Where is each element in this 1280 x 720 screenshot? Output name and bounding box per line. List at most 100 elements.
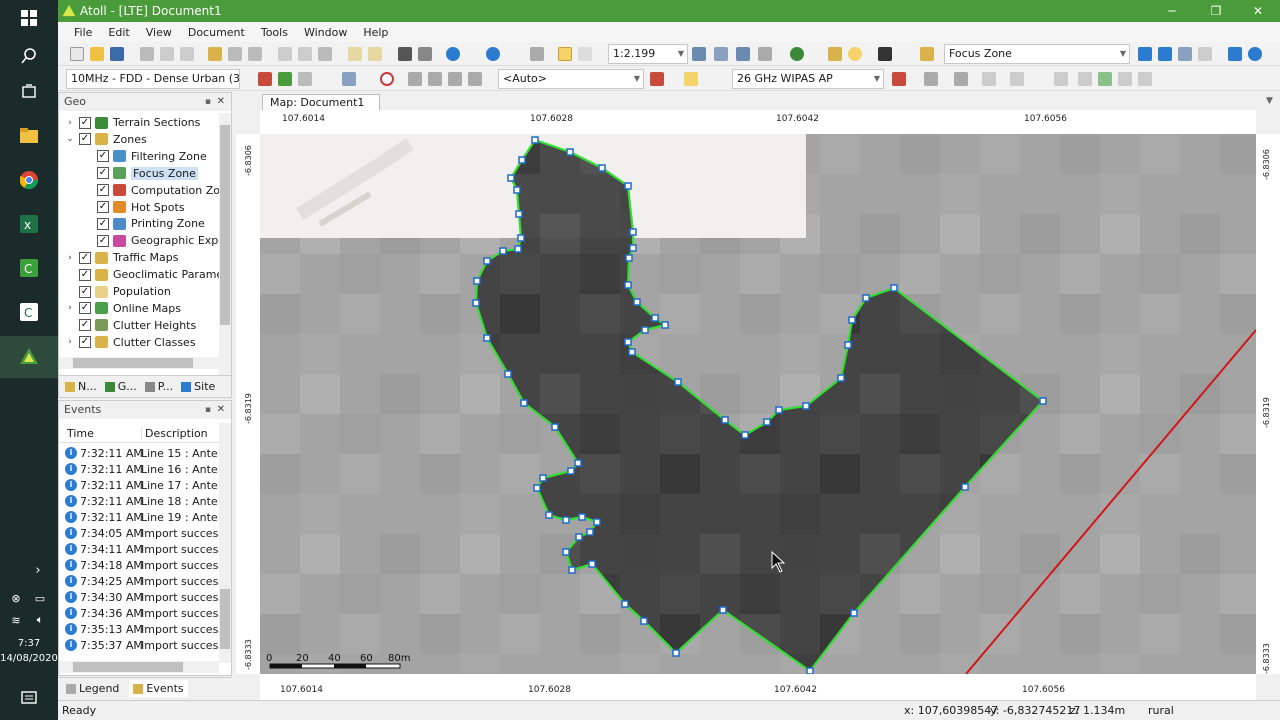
tool-icon[interactable]: [448, 72, 462, 86]
tree-item[interactable]: ✓ Computation Zo: [83, 182, 220, 199]
zoom-area-icon[interactable]: [714, 47, 728, 61]
polygon-vertex-handle[interactable]: [806, 667, 814, 674]
polygon-vertex-handle[interactable]: [641, 326, 649, 334]
polygon-vertex-handle[interactable]: [588, 560, 596, 568]
polygon-vertex-handle[interactable]: [517, 234, 525, 242]
save-icon[interactable]: [110, 47, 124, 61]
polygon-vertex-handle[interactable]: [545, 511, 553, 519]
undo-icon[interactable]: [348, 47, 362, 61]
point-icon[interactable]: [790, 47, 804, 61]
checkbox[interactable]: ✓: [79, 268, 91, 281]
polygon-vertex-handle[interactable]: [719, 606, 727, 614]
wifi-icon[interactable]: ≋: [6, 604, 26, 636]
tab-legend[interactable]: Legend: [66, 682, 119, 695]
column-description[interactable]: Description: [141, 427, 208, 440]
tool-icon[interactable]: [982, 72, 996, 86]
event-row[interactable]: i 7:34:11 AM Import success: [65, 541, 224, 557]
menu-window[interactable]: Window: [296, 26, 355, 39]
chevron-down-icon[interactable]: ▼: [1266, 96, 1273, 106]
polygon-vertex-handle[interactable]: [629, 228, 637, 236]
app-c2-icon[interactable]: C: [12, 296, 46, 328]
tool-icon[interactable]: [924, 72, 938, 86]
polygon-vertex-handle[interactable]: [574, 459, 582, 467]
zone-select[interactable]: Focus Zone ▼: [944, 44, 1130, 64]
tree-item[interactable]: ✓ Population: [65, 283, 171, 300]
copy-icon[interactable]: [298, 47, 312, 61]
polygon-vertex-handle[interactable]: [802, 402, 810, 410]
checkbox[interactable]: ✓: [97, 150, 109, 163]
event-row[interactable]: i 7:32:11 AM Line 16 : Ante...: [65, 461, 228, 477]
close-button[interactable]: ✕: [1236, 0, 1280, 22]
pin-icon[interactable]: ▪: [205, 401, 211, 419]
event-row[interactable]: i 7:32:11 AM Line 18 : Ante...: [65, 493, 228, 509]
polygon-vertex-handle[interactable]: [472, 299, 480, 307]
volume-icon[interactable]: 🔈︎: [30, 604, 50, 636]
checkbox[interactable]: ✓: [79, 285, 91, 298]
column-time[interactable]: Time: [67, 427, 94, 440]
expand-arrow-icon[interactable]: ›: [65, 303, 75, 313]
tool-icon[interactable]: [954, 72, 968, 86]
polygon-vertex-handle[interactable]: [593, 518, 601, 526]
checkbox[interactable]: ✓: [79, 319, 91, 332]
polygon-vertex-handle[interactable]: [633, 298, 641, 306]
polygon-vertex-handle[interactable]: [672, 649, 680, 657]
notification-icon[interactable]: [12, 682, 46, 714]
auto-select[interactable]: <Auto> ▼: [498, 69, 644, 89]
checkbox[interactable]: ✓: [97, 184, 109, 197]
select-pointer-icon[interactable]: [558, 47, 572, 61]
refresh-icon[interactable]: [486, 47, 500, 61]
close-icon[interactable]: ✕: [217, 401, 225, 419]
event-row[interactable]: i 7:35:13 AM Import success: [65, 621, 224, 637]
checkbox[interactable]: ✓: [79, 133, 91, 146]
map-document-tab[interactable]: Map: Document1 ✕: [262, 94, 380, 124]
polygon-vertex-handle[interactable]: [624, 338, 632, 346]
checkbox[interactable]: ✓: [97, 167, 109, 180]
polygon-vertex-handle[interactable]: [499, 247, 507, 255]
polygon-vertex-handle[interactable]: [741, 431, 749, 439]
polygon-vertex-handle[interactable]: [513, 186, 521, 194]
polygon-vertex-handle[interactable]: [721, 416, 729, 424]
checkbox[interactable]: ✓: [97, 201, 109, 213]
expand-arrow-icon[interactable]: ›: [65, 337, 75, 347]
target-icon[interactable]: [380, 72, 394, 86]
tab-events[interactable]: Events: [129, 680, 188, 697]
tool-icon[interactable]: [228, 47, 242, 61]
scroll-thumb[interactable]: [73, 358, 193, 368]
open-folder-icon[interactable]: [90, 47, 104, 61]
tool-icon[interactable]: [298, 72, 312, 86]
polygon-vertex-handle[interactable]: [674, 378, 682, 386]
event-row[interactable]: i 7:34:18 AM Import success: [65, 557, 224, 573]
redo-icon[interactable]: [368, 47, 382, 61]
polygon-vertex-handle[interactable]: [837, 374, 845, 382]
tool-icon[interactable]: [208, 47, 222, 61]
tool-icon[interactable]: [1118, 72, 1132, 86]
line-icon[interactable]: [1178, 47, 1192, 61]
events-vertical-scrollbar[interactable]: [219, 423, 231, 663]
checkbox[interactable]: ✓: [79, 251, 91, 264]
polygon-vertex-handle[interactable]: [562, 516, 570, 524]
polygon-vertex-handle[interactable]: [566, 148, 574, 156]
polygon-vertex-handle[interactable]: [568, 566, 576, 574]
checkbox[interactable]: ✓: [79, 302, 91, 315]
close-icon[interactable]: ✕: [217, 93, 225, 111]
event-row[interactable]: i 7:32:11 AM Line 19 : Ante...: [65, 509, 228, 525]
find-icon[interactable]: [878, 47, 892, 61]
tab-network[interactable]: N...: [65, 380, 97, 393]
polygon-vertex-handle[interactable]: [539, 474, 547, 482]
menu-file[interactable]: File: [66, 26, 100, 39]
polygon-vertex-handle[interactable]: [518, 156, 526, 164]
polygon-vertex-handle[interactable]: [473, 277, 481, 285]
expand-arrow-icon[interactable]: ›: [65, 118, 75, 128]
zoom-in-icon[interactable]: [692, 47, 706, 61]
polygon-icon[interactable]: [1138, 47, 1152, 61]
tree-item[interactable]: ✓ Printing Zone: [83, 215, 205, 232]
zoom-previous-icon[interactable]: [758, 47, 772, 61]
menu-edit[interactable]: Edit: [100, 26, 137, 39]
atoll-icon[interactable]: [12, 340, 46, 372]
events-horizontal-scrollbar[interactable]: [59, 661, 219, 673]
tree-item[interactable]: ✓ Geoclimatic Paramet: [65, 266, 228, 283]
tree-item[interactable]: ✓ Clutter Heights: [65, 317, 196, 334]
tool-icon[interactable]: [428, 72, 442, 86]
checkbox[interactable]: ✓: [97, 234, 109, 247]
menu-tools[interactable]: Tools: [253, 26, 296, 39]
